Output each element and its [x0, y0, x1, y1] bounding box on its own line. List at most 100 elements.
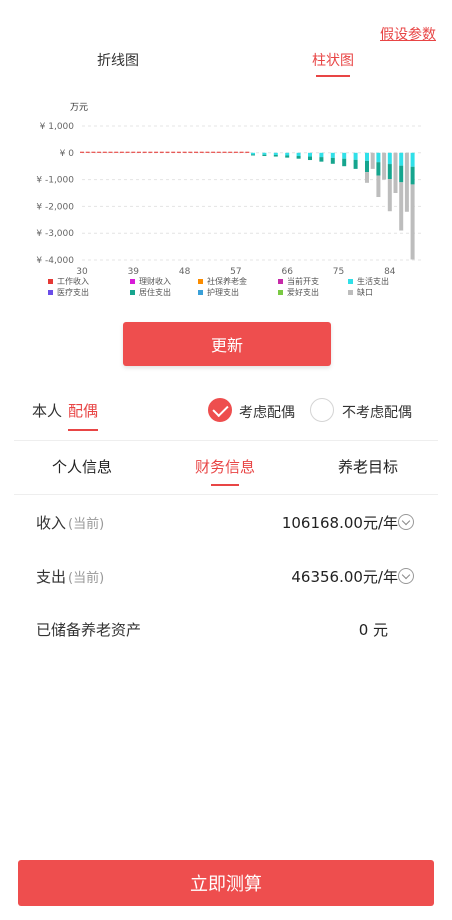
chevron-down-icon[interactable]	[398, 568, 414, 584]
legend-swatch	[48, 279, 53, 284]
y-unit-label: 万元	[70, 103, 88, 113]
bar-工作收入	[102, 151, 107, 153]
legend-label: 当前开支	[287, 276, 319, 286]
income-label: 收入 (当前)	[36, 514, 105, 532]
assets-label: 已储备养老资产	[36, 621, 142, 639]
consider-spouse-radio[interactable]	[208, 398, 232, 422]
not-consider-spouse-radio[interactable]	[310, 398, 334, 422]
calculate-button[interactable]: 立即测算	[18, 860, 434, 906]
legend-swatch	[278, 279, 283, 284]
bar-缺口	[376, 175, 381, 198]
legend-label: 护理支出	[207, 287, 239, 297]
bar-居住支出	[296, 156, 301, 159]
legend-swatch	[130, 290, 135, 295]
legend-swatch	[348, 290, 353, 295]
bar-居住支出	[330, 157, 335, 164]
y-tick-label: ¥ -4,000	[36, 256, 74, 266]
bar-工作收入	[165, 151, 170, 153]
spouse-tab[interactable]: 配偶	[68, 400, 99, 431]
y-tick-label: ¥ -3,000	[36, 229, 74, 239]
bar-居住支出	[342, 158, 347, 167]
bar-生活支出	[342, 152, 347, 159]
expense-value: 46356.00元/年	[291, 568, 398, 586]
bar-生活支出	[365, 152, 369, 161]
assets-row[interactable]: 已储备养老资产 0 元	[0, 615, 452, 645]
consider-spouse-label[interactable]: 考虑配偶	[239, 402, 295, 422]
spouse-options: 本人 配偶 考虑配偶 不考虑配偶	[0, 392, 452, 432]
bar-工作收入	[119, 151, 124, 153]
legend-swatch	[348, 279, 353, 284]
income-row[interactable]: 收入 (当前) 106168.00元/年	[0, 508, 452, 538]
tab-bar-chart[interactable]: 柱状图	[312, 50, 354, 77]
bar-生活支出	[296, 152, 301, 157]
not-consider-spouse-label[interactable]: 不考虑配偶	[342, 402, 412, 422]
legend-swatch	[198, 279, 203, 284]
assets-value[interactable]: 0 元	[359, 619, 388, 640]
legend-label: 医疗支出	[57, 287, 89, 297]
bar-居住支出	[251, 154, 255, 156]
bar-缺口	[399, 182, 404, 231]
bar-缺口	[393, 152, 398, 193]
bar-居住支出	[410, 166, 415, 185]
bar-工作收入	[194, 151, 198, 153]
expense-row[interactable]: 支出 (当前) 46356.00元/年	[0, 562, 452, 592]
bar-居住支出	[308, 156, 312, 161]
bar-居住支出	[353, 159, 358, 169]
bar-缺口	[370, 152, 375, 169]
bar-生活支出	[319, 152, 324, 158]
bar-工作收入	[199, 151, 204, 153]
bar-工作收入	[171, 151, 176, 153]
y-tick-label: ¥ 1,000	[40, 122, 75, 132]
bar-居住支出	[273, 154, 278, 157]
bar-工作收入	[233, 151, 238, 153]
bar-居住支出	[319, 157, 324, 162]
tab-line-chart[interactable]: 折线图	[97, 50, 139, 70]
legend-label: 居住支出	[139, 287, 171, 297]
bar-工作收入	[148, 151, 153, 153]
legend-label: 缺口	[357, 287, 373, 297]
tab-personal-info[interactable]: 个人信息	[52, 456, 112, 477]
x-tick-label: 66	[281, 267, 293, 277]
bar-居住支出	[285, 155, 290, 158]
bar-工作收入	[228, 151, 233, 153]
legend-label: 工作收入	[57, 276, 89, 286]
bar-居住支出	[365, 160, 369, 173]
bar-生活支出	[330, 152, 335, 158]
chart-type-tabs: 折线图 柱状图	[0, 50, 452, 80]
x-tick-label: 75	[333, 267, 344, 277]
expense-sub-label: (当前)	[68, 571, 105, 586]
bar-工作收入	[142, 151, 147, 153]
bar-工作收入	[176, 151, 181, 153]
x-tick-label: 57	[230, 267, 241, 277]
bar-生活支出	[353, 152, 358, 160]
chevron-down-icon[interactable]	[398, 514, 414, 530]
bar-工作收入	[125, 151, 130, 153]
divider	[14, 494, 438, 495]
x-tick-label: 48	[179, 267, 191, 277]
bar-工作收入	[85, 151, 90, 153]
update-button[interactable]: 更新	[123, 322, 331, 366]
bar-生活支出	[262, 152, 267, 155]
bar-工作收入	[80, 151, 84, 153]
bar-工作收入	[108, 151, 113, 153]
tab-financial-info[interactable]: 财务信息	[195, 456, 255, 486]
bar-工作收入	[211, 151, 216, 153]
divider	[14, 440, 438, 441]
bar-缺口	[404, 152, 409, 212]
bar-生活支出	[387, 152, 392, 165]
tab-retirement-goal[interactable]: 养老目标	[338, 456, 398, 477]
bar-生活支出	[251, 152, 255, 155]
self-tab[interactable]: 本人	[32, 400, 62, 421]
x-tick-label: 30	[76, 267, 88, 277]
bar-工作收入	[159, 151, 164, 153]
bar-工作收入	[205, 151, 210, 153]
retirement-cashflow-chart: 万元 ¥ 1,000 ¥ 0 ¥ -1,000 ¥ -2,000 ¥ -3,000 ¥ -4…	[36, 103, 424, 297]
bar-工作收入	[182, 151, 187, 153]
legend-label: 理财收入	[139, 276, 171, 286]
bar-缺口	[410, 184, 415, 260]
y-tick-label: ¥ -2,000	[36, 202, 74, 212]
bar-生活支出	[376, 152, 381, 163]
assume-params-link[interactable]: 假设参数	[380, 24, 436, 44]
bar-居住支出	[399, 165, 404, 183]
bar-工作收入	[131, 151, 136, 153]
